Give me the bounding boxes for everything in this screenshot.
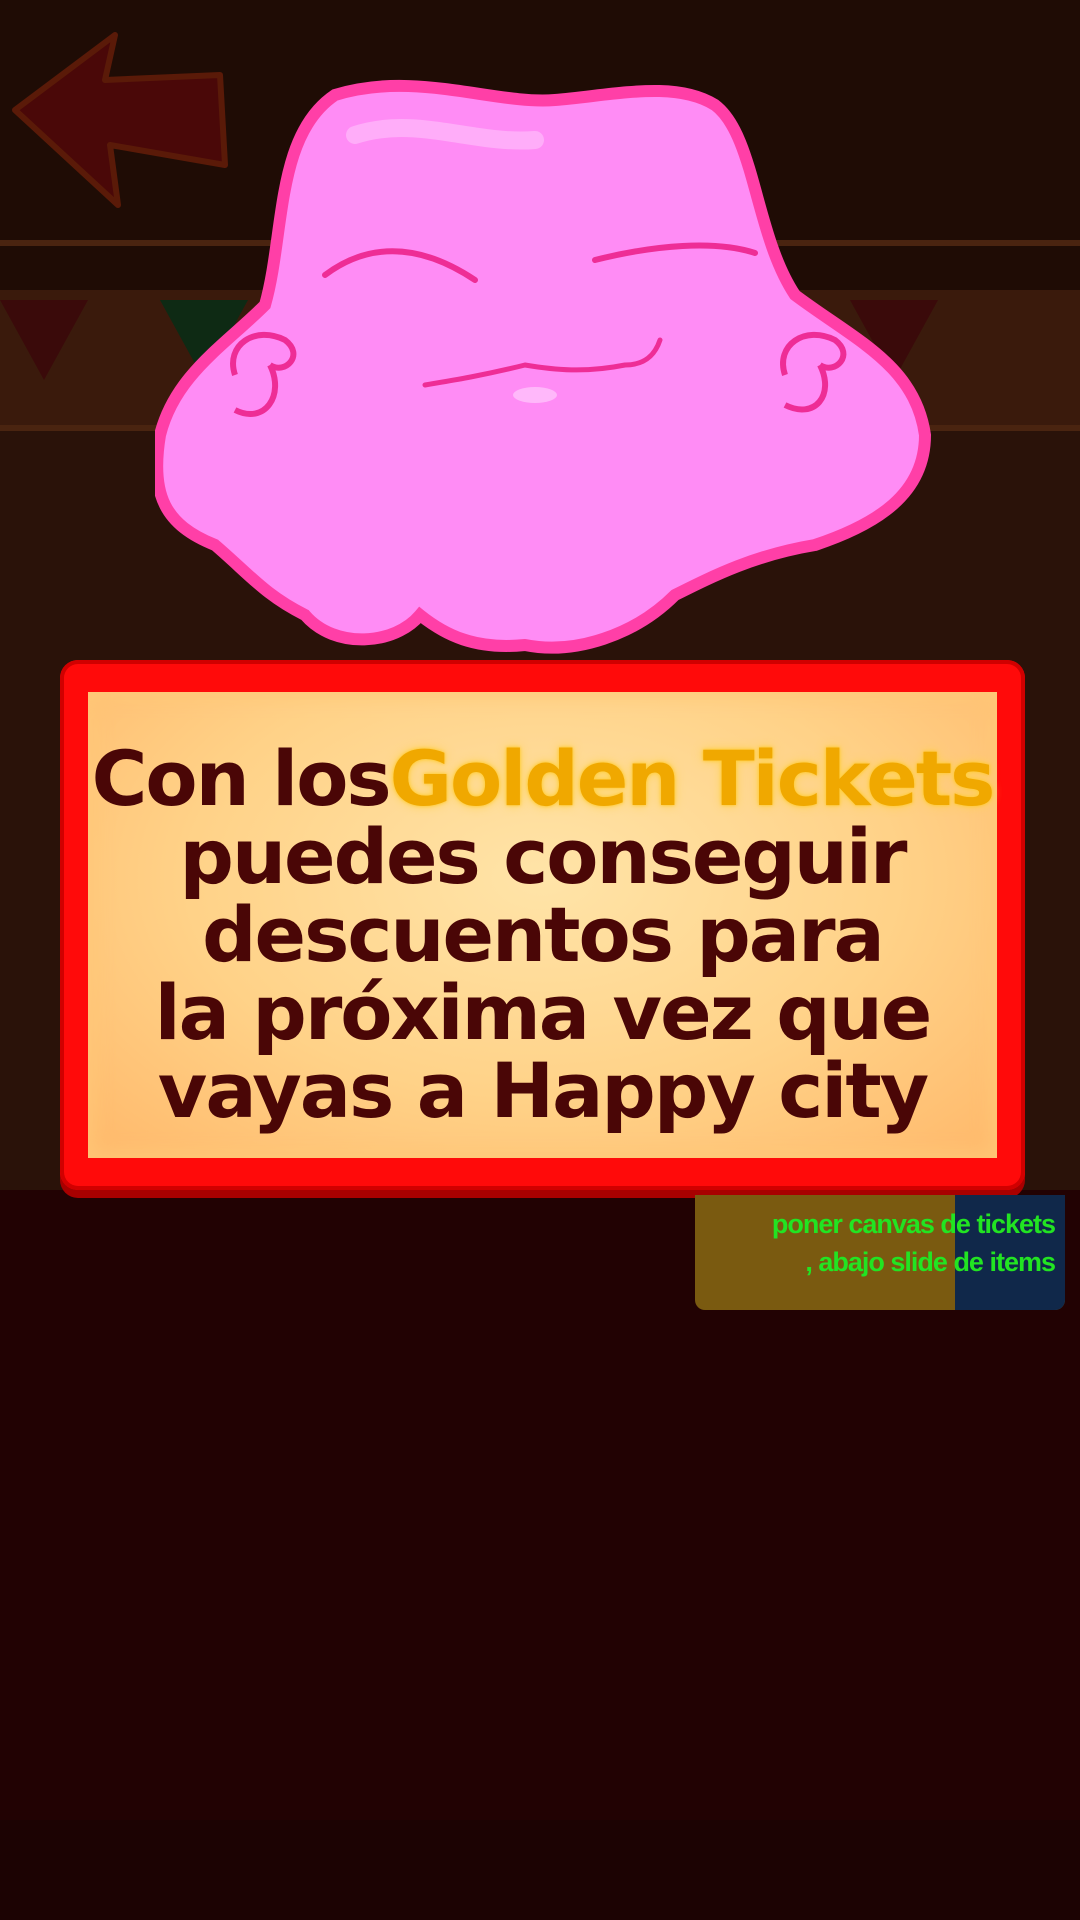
message-line-4: la próxima vez que	[154, 968, 933, 1057]
developer-note-line-1: poner canvas de tickets	[771, 1209, 1056, 1239]
message-text: Con los	[91, 734, 392, 823]
developer-note-line-2: , abajo slide de items	[805, 1247, 1056, 1277]
bottom-band	[0, 1820, 1080, 1920]
golden-tickets-highlight: Golden Tickets	[389, 734, 996, 823]
message-line-3: descuentos para	[202, 890, 885, 979]
message-line-2: puedes conseguir	[179, 812, 908, 901]
info-message: Con losGolden Tickets puedes conseguir d…	[88, 740, 997, 1130]
message-line-5: vayas a Happy city	[157, 1046, 929, 1135]
developer-note: poner canvas de tickets , abajo slide de…	[705, 1205, 1056, 1281]
info-panel-inner: Con losGolden Tickets puedes conseguir d…	[88, 692, 997, 1158]
bunting-flag	[0, 300, 88, 380]
message-line-1: Con losGolden Tickets	[88, 740, 997, 818]
info-panel: Con losGolden Tickets puedes conseguir d…	[60, 660, 1025, 1190]
pink-blob-character	[155, 79, 932, 654]
